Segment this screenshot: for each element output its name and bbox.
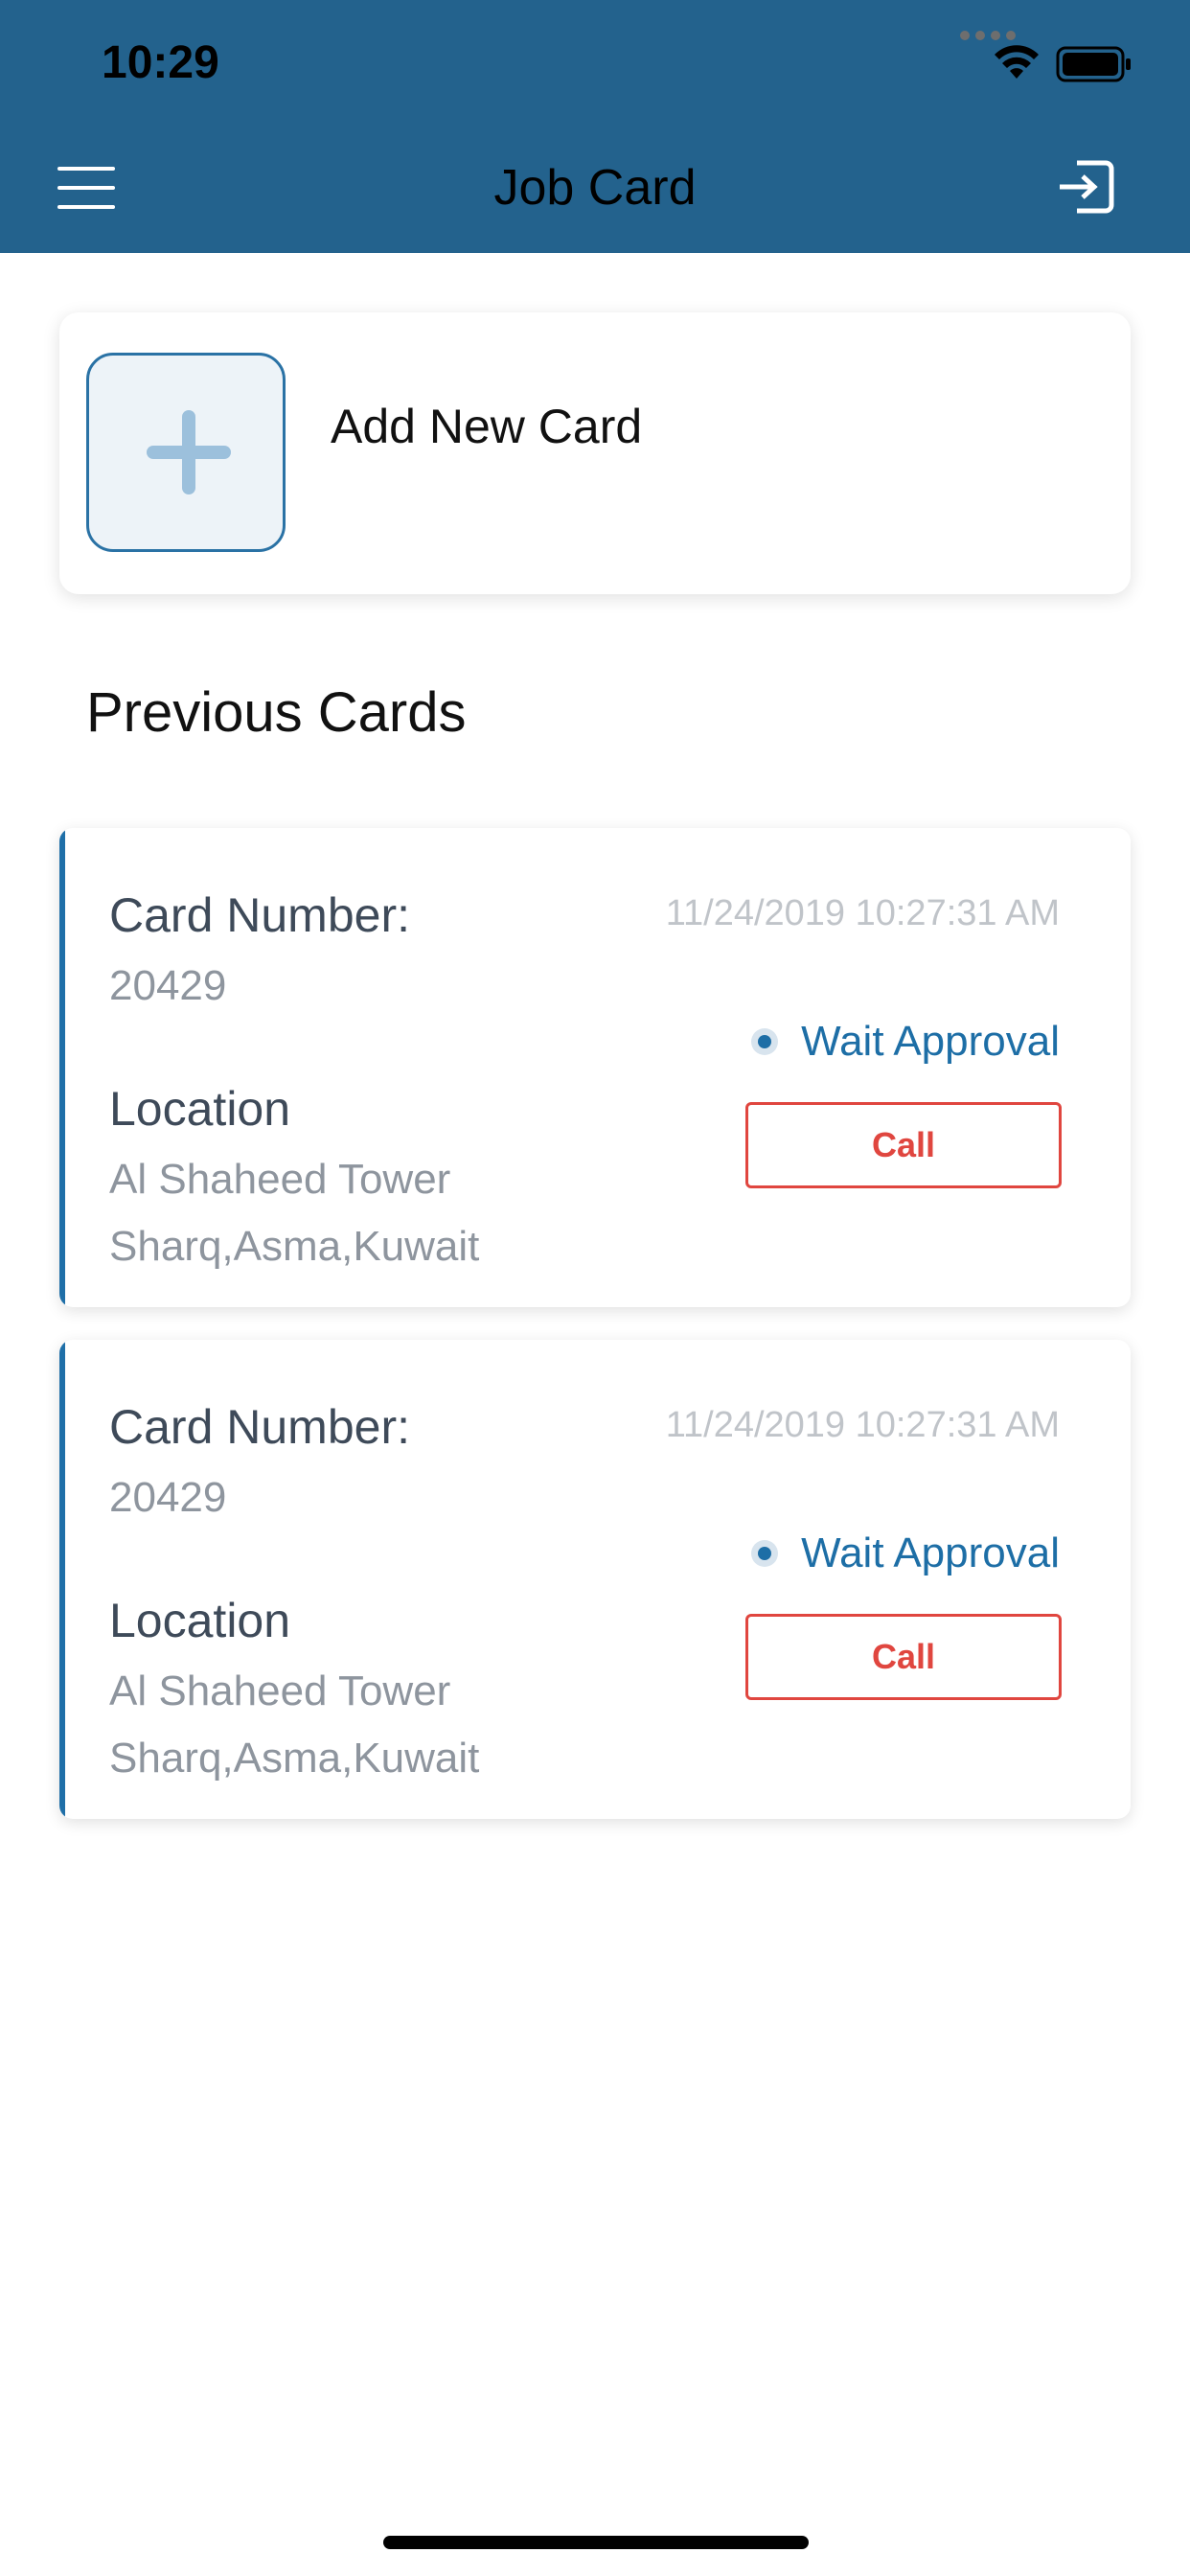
status-dot-icon [751, 1028, 779, 1055]
card-number-value: 20429 [109, 1474, 227, 1521]
card-number-label: Card Number: [109, 1400, 410, 1454]
home-indicator[interactable] [383, 2536, 809, 2549]
location-line-1: Al Shaheed Tower [109, 1156, 451, 1203]
card-timestamp: 11/24/2019 10:27:31 AM [665, 893, 1060, 933]
status-label: Wait Approval [801, 1018, 1060, 1065]
logout-icon[interactable] [1056, 159, 1115, 219]
add-new-card-label: Add New Card [331, 400, 643, 453]
cellular-signal-icon [960, 31, 1018, 40]
location-line-1: Al Shaheed Tower [109, 1668, 451, 1714]
status-dot-icon [751, 1540, 779, 1567]
location-line-2: Sharq,Asma,Kuwait [109, 1735, 480, 1782]
status-label: Wait Approval [801, 1530, 1060, 1576]
card-accent-bar [59, 828, 65, 1307]
app-header: 10:29 Job Card [0, 0, 1190, 253]
plus-icon[interactable] [86, 353, 286, 552]
location-label: Location [109, 1082, 291, 1136]
battery-icon [1056, 46, 1133, 87]
card-timestamp: 11/24/2019 10:27:31 AM [665, 1405, 1060, 1445]
status-time: 10:29 [102, 37, 219, 88]
location-label: Location [109, 1594, 291, 1647]
card-number-label: Card Number: [109, 888, 410, 942]
card-number-value: 20429 [109, 962, 227, 1009]
location-line-2: Sharq,Asma,Kuwait [109, 1223, 480, 1270]
section-title-previous-cards: Previous Cards [86, 681, 467, 744]
call-button[interactable]: Call [745, 1614, 1062, 1700]
add-new-card-button[interactable]: Add New Card [59, 312, 1131, 594]
call-button[interactable]: Call [745, 1102, 1062, 1188]
status-badge: Wait Approval [751, 1018, 1060, 1066]
page-title: Job Card [493, 160, 697, 216]
card-accent-bar [59, 1340, 65, 1819]
status-badge: Wait Approval [751, 1530, 1060, 1577]
wifi-icon [993, 44, 1041, 85]
job-card[interactable]: Card Number: 20429 Location Al Shaheed T… [59, 1340, 1131, 1819]
job-card[interactable]: Card Number: 20429 Location Al Shaheed T… [59, 828, 1131, 1307]
